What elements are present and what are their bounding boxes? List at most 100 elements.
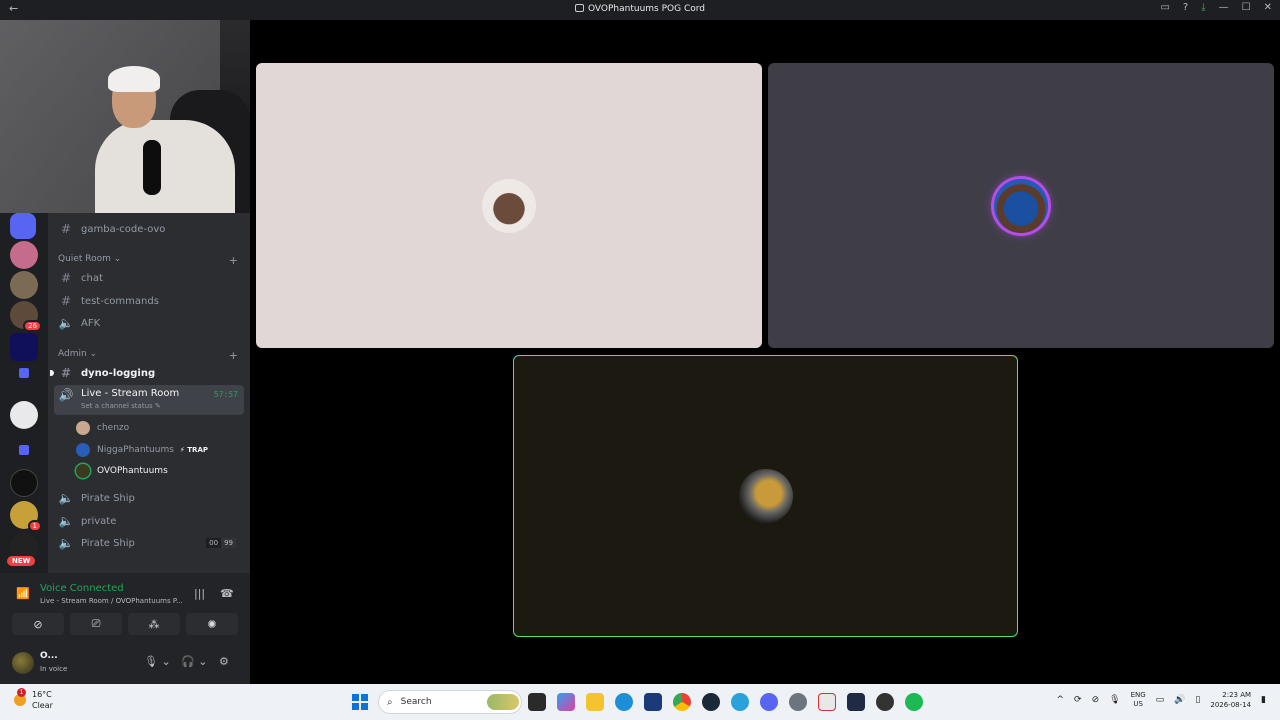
settings-gear-icon[interactable]: ⚙	[219, 655, 229, 668]
server-icon[interactable]	[10, 271, 38, 299]
server-icon[interactable]	[10, 241, 38, 269]
tray-app-icon[interactable]: ⟳	[1074, 695, 1082, 705]
help-icon[interactable]: ?	[1183, 2, 1188, 13]
channel-live-stream-room[interactable]: 🔊 Live - Stream Room 57:57 Set a channel …	[54, 385, 244, 415]
edge-icon[interactable]	[615, 693, 633, 711]
speaker-icon: 🔈	[58, 316, 74, 330]
channel-status-hint[interactable]: Set a channel status ✎	[81, 402, 161, 410]
taskbar-search[interactable]: ⌕ Search	[378, 690, 522, 714]
clock[interactable]: 2:23 AM 2026-08-14	[1210, 690, 1251, 710]
disconnect-icon[interactable]: ☎	[220, 587, 234, 600]
download-icon[interactable]: ⤓	[1201, 2, 1205, 13]
steam-icon[interactable]	[702, 693, 720, 711]
window-title: OVOPhantuums POG Cord	[0, 4, 1280, 14]
voice-channel-path[interactable]: Live - Stream Room / OVOPhantuums P...	[40, 597, 183, 605]
avatar	[76, 464, 90, 478]
chevron-up-icon[interactable]: ^	[1057, 695, 1065, 705]
unread-indicator	[50, 370, 54, 376]
obs-icon[interactable]	[876, 693, 894, 711]
participant-tile-niggaphantuums[interactable]	[768, 63, 1274, 348]
tray-app-icon[interactable]: ⊘	[1092, 695, 1100, 705]
start-button[interactable]	[352, 694, 368, 710]
voice-user-chenzo[interactable]: chenzo	[76, 419, 129, 437]
participant-tile-ovophantuums[interactable]	[513, 355, 1018, 637]
camera-off-button[interactable]: ⊘	[12, 613, 64, 635]
folder-icon[interactable]	[19, 445, 29, 455]
avatar[interactable]	[12, 652, 34, 674]
voice-user-ovophantuums[interactable]: OVOPhantuums	[76, 462, 168, 480]
category-quiet-room[interactable]: Quiet Room ⌄ +	[58, 254, 238, 267]
app-icon[interactable]	[847, 693, 865, 711]
chrome-icon[interactable]	[673, 693, 691, 711]
activities-button[interactable]: ⁂	[128, 613, 180, 635]
participant-tile-chenzo[interactable]	[256, 63, 762, 348]
channel-pirate-ship[interactable]: 🔈 Pirate Ship	[54, 488, 244, 508]
user-limit-badge: 00 99	[206, 538, 236, 548]
category-admin[interactable]: Admin ⌄ +	[58, 349, 238, 362]
system-tray: ^ ⟳ ⊘ 🎙 ENG US ▭ 🔊 ▯ 2:23 AM 2026-08-14 ▮	[1057, 690, 1267, 710]
copilot-icon[interactable]	[557, 693, 575, 711]
server-rail: 26 1 NEW	[0, 213, 48, 573]
channel-afk[interactable]: 🔈 AFK	[54, 313, 244, 333]
mention-badge: 26	[23, 320, 42, 332]
text-channel-icon: #	[60, 271, 72, 285]
user-status: In voice	[40, 665, 68, 673]
close-button[interactable]: ✕	[1264, 2, 1272, 13]
channel-test-commands[interactable]: # test-commands	[54, 291, 244, 311]
channel-pirate-ship-2[interactable]: 🔈 Pirate Ship 00 99	[54, 533, 244, 553]
snipping-tool-icon[interactable]	[818, 693, 836, 711]
voice-timer: 57:57	[213, 390, 238, 399]
network-icon[interactable]: ▭	[1156, 695, 1165, 705]
noise-suppression-icon[interactable]: |||	[194, 587, 205, 600]
server-icon[interactable]: 26	[10, 301, 42, 332]
channel-chat[interactable]: # chat	[54, 268, 244, 288]
app-icon[interactable]	[644, 693, 662, 711]
channel-dyno-logging[interactable]: # dyno-logging	[50, 363, 244, 383]
voice-user-niggaphantuums[interactable]: NiggaPhantuums ⚡ TRAP	[76, 441, 208, 459]
minimize-button[interactable]: —	[1219, 2, 1229, 13]
folder-icon[interactable]	[19, 368, 29, 378]
microphone-icon[interactable]: 🎙 ⌄	[144, 655, 171, 668]
mention-badge: 1	[27, 520, 42, 532]
text-channel-icon: #	[60, 222, 72, 236]
notifications-icon[interactable]: ▮	[1261, 695, 1266, 705]
weather-sun-icon	[14, 688, 26, 706]
server-icon[interactable]	[10, 401, 38, 429]
server-icon[interactable]	[10, 213, 36, 239]
server-icon[interactable]	[10, 333, 38, 361]
search-highlight-image	[487, 694, 519, 710]
screen-share-button[interactable]: ⎚	[70, 613, 122, 635]
avatar	[994, 178, 1048, 233]
weather-widget[interactable]: 16°CClear	[14, 688, 53, 711]
volume-icon[interactable]: 🔊	[1174, 695, 1185, 705]
battery-icon[interactable]: ▯	[1195, 695, 1200, 705]
telegram-icon[interactable]	[731, 693, 749, 711]
settings-icon[interactable]	[789, 693, 807, 711]
maximize-button[interactable]: ☐	[1242, 2, 1251, 13]
spotify-icon[interactable]	[905, 693, 923, 711]
inbox-icon[interactable]: ▭	[1160, 2, 1169, 13]
microphone-icon[interactable]: 🎙	[1109, 695, 1120, 705]
search-icon: ⌕	[387, 696, 393, 708]
user-name[interactable]: O...	[40, 651, 58, 661]
channel-private[interactable]: 🔈 private	[54, 511, 244, 531]
language-indicator[interactable]: ENG US	[1131, 691, 1146, 709]
channel-list: # gamba-code-ovo Quiet Room ⌄ + # chat # tes…	[48, 213, 250, 573]
voice-status[interactable]: Voice Connected	[40, 583, 124, 594]
signal-icon[interactable]: 📶	[16, 587, 30, 600]
add-channel-icon[interactable]: +	[229, 349, 238, 362]
task-view-icon[interactable]	[528, 693, 546, 711]
discord-icon[interactable]	[760, 693, 778, 711]
user-panel: O... In voice 🎙 ⌄ 🎧 ⌄ ⚙	[0, 641, 250, 684]
server-icon[interactable]: 1	[10, 501, 42, 532]
add-channel-icon[interactable]: +	[229, 254, 238, 267]
server-icon[interactable]	[10, 469, 38, 497]
text-channel-icon: #	[60, 366, 72, 380]
file-explorer-icon[interactable]	[586, 693, 604, 711]
speaker-icon: 🔈	[58, 536, 74, 550]
soundboard-button[interactable]: ✺	[186, 613, 238, 635]
channel-gamba[interactable]: # gamba-code-ovo	[54, 219, 244, 239]
headphones-icon[interactable]: 🎧 ⌄	[181, 655, 207, 668]
pinned-apps	[528, 693, 923, 711]
title-bar: ← OVOPhantuums POG Cord ▭ ? ⤓ — ☐ ✕	[0, 0, 1280, 20]
